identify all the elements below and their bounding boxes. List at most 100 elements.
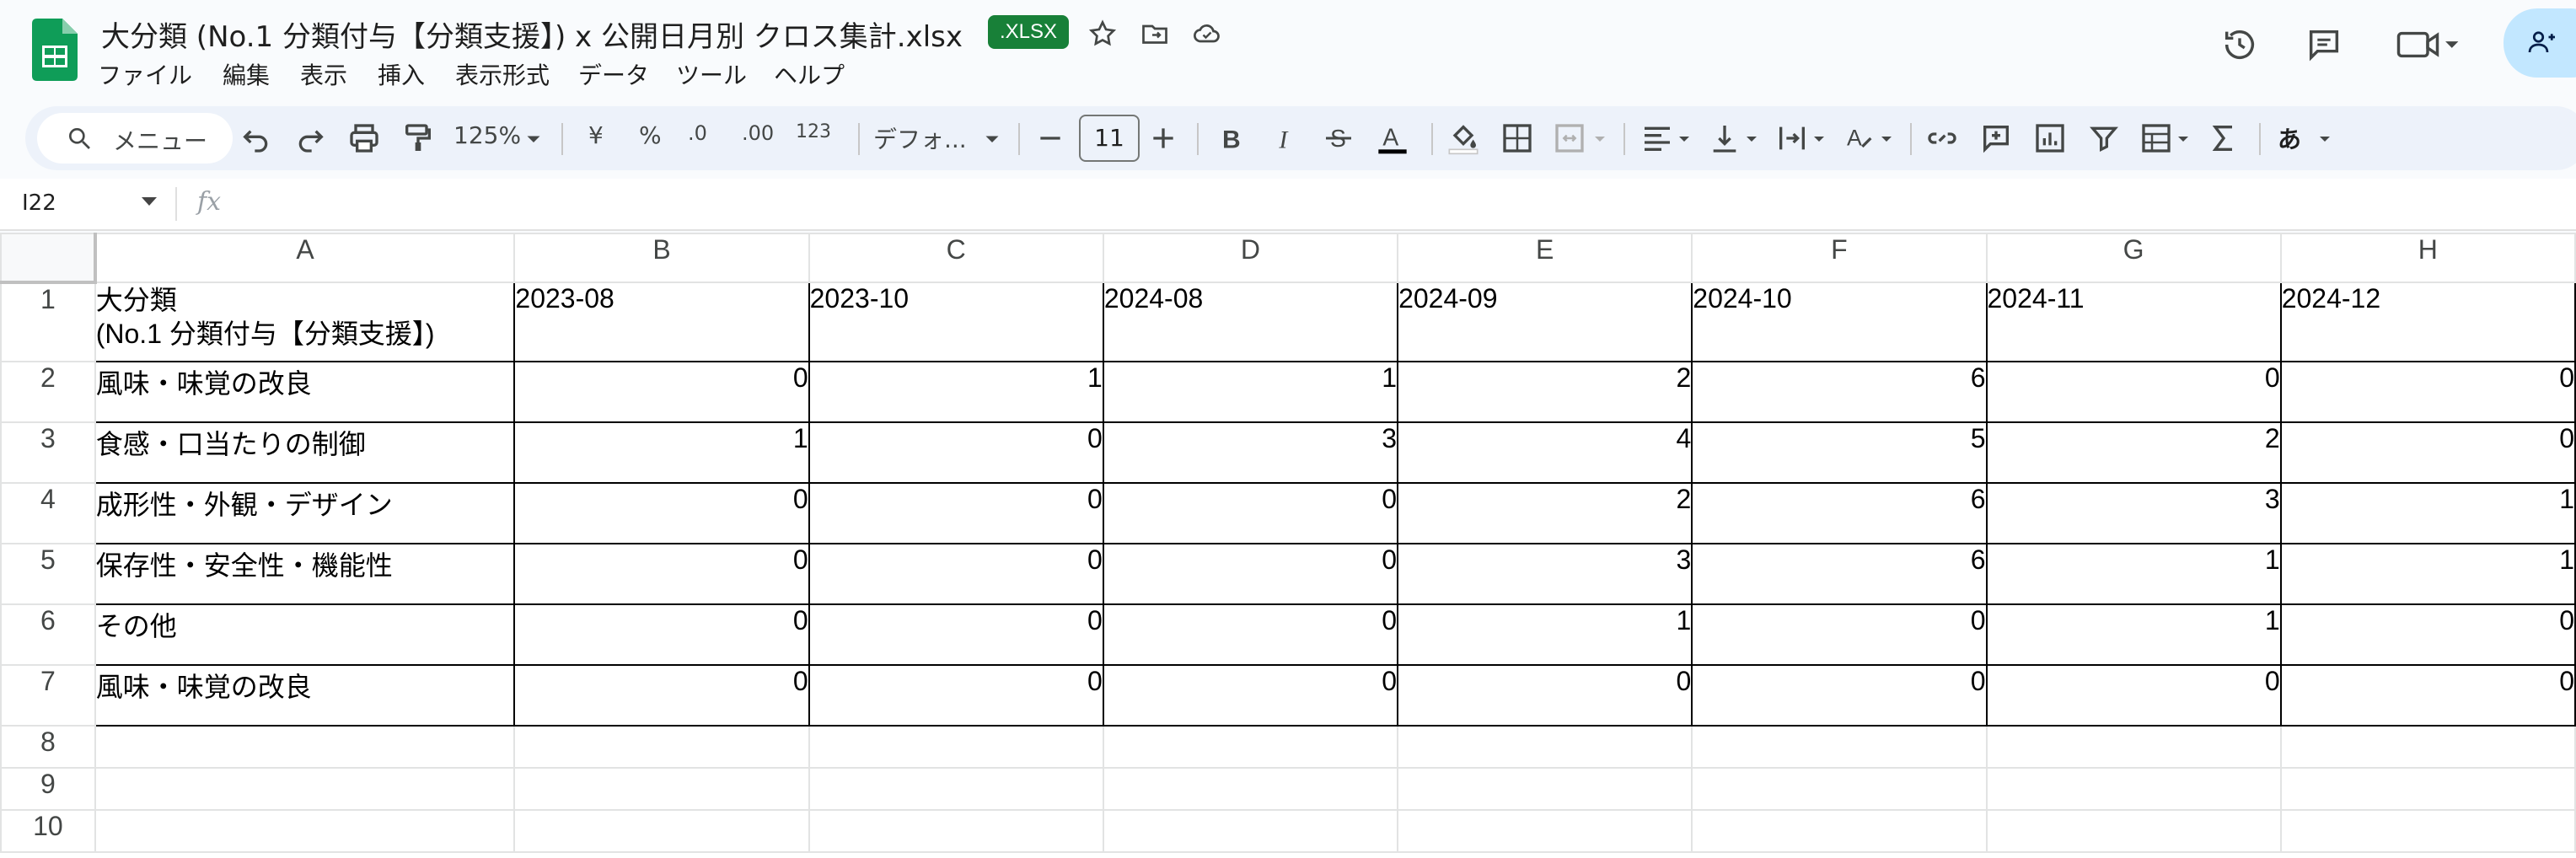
cell-b1[interactable]: 2023-08 bbox=[513, 282, 810, 362]
row-header-10[interactable]: 10 bbox=[0, 809, 96, 853]
move-to-folder-icon[interactable] bbox=[1140, 19, 1170, 49]
cell-b4[interactable]: 0 bbox=[513, 482, 810, 544]
text-rotation-icon[interactable]: A bbox=[1843, 121, 1876, 155]
cell-b3[interactable]: 1 bbox=[513, 421, 810, 484]
chevron-down-icon[interactable] bbox=[1590, 121, 1610, 155]
column-header-g[interactable]: G bbox=[1985, 233, 2282, 283]
borders-icon[interactable] bbox=[1500, 121, 1534, 155]
cell-a3[interactable]: 食感・口当たりの制御 bbox=[94, 421, 516, 484]
empty-cell[interactable] bbox=[94, 725, 516, 769]
empty-cell[interactable] bbox=[808, 725, 1104, 769]
empty-cell[interactable] bbox=[1102, 809, 1399, 853]
cell-h6[interactable]: 0 bbox=[2279, 603, 2576, 666]
name-box[interactable]: I22 bbox=[22, 190, 56, 216]
row-header-2[interactable]: 2 bbox=[0, 361, 96, 423]
cell-g1[interactable]: 2024-11 bbox=[1985, 282, 2282, 362]
insert-chart-icon[interactable] bbox=[2033, 121, 2067, 155]
cell-b6[interactable]: 0 bbox=[513, 603, 810, 666]
menu-format[interactable]: 表示形式 bbox=[450, 56, 555, 93]
comments-icon[interactable] bbox=[2305, 25, 2343, 64]
font-select[interactable]: デフォ... bbox=[873, 121, 967, 155]
empty-cell[interactable] bbox=[1985, 809, 2282, 853]
share-button[interactable] bbox=[2504, 8, 2576, 78]
empty-cell[interactable] bbox=[513, 767, 810, 811]
print-icon[interactable] bbox=[347, 121, 381, 155]
cell-c3[interactable]: 0 bbox=[808, 421, 1104, 484]
bold-icon[interactable]: B bbox=[1214, 121, 1248, 155]
menu-search[interactable]: メニュー bbox=[37, 113, 233, 164]
chevron-down-icon[interactable] bbox=[2315, 121, 2335, 155]
merge-cells-icon[interactable] bbox=[1553, 121, 1586, 155]
cell-a5[interactable]: 保存性・安全性・機能性 bbox=[94, 543, 516, 605]
cell-d4[interactable]: 0 bbox=[1102, 482, 1399, 544]
insert-link-icon[interactable] bbox=[1925, 121, 1959, 155]
column-header-d[interactable]: D bbox=[1102, 233, 1399, 283]
cell-c6[interactable]: 0 bbox=[808, 603, 1104, 666]
cell-g2[interactable]: 0 bbox=[1985, 361, 2282, 423]
cell-f2[interactable]: 6 bbox=[1691, 361, 1988, 423]
cloud-saved-icon[interactable] bbox=[1192, 19, 1222, 49]
cell-f4[interactable]: 6 bbox=[1691, 482, 1988, 544]
cell-a6[interactable]: その他 bbox=[94, 603, 516, 666]
currency-format-button[interactable]: ¥ bbox=[588, 121, 604, 149]
chevron-down-icon[interactable] bbox=[142, 197, 157, 206]
row-header-9[interactable]: 9 bbox=[0, 767, 96, 811]
cell-g7[interactable]: 0 bbox=[1985, 664, 2282, 727]
menu-file[interactable]: ファイル bbox=[93, 56, 197, 93]
document-title[interactable]: 大分類 (No.1 分類付与【分類支援】) x 公開日月別 クロス集計.xlsx bbox=[101, 13, 963, 55]
chevron-down-icon[interactable] bbox=[1876, 121, 1897, 155]
cell-h2[interactable]: 0 bbox=[2279, 361, 2576, 423]
undo-icon[interactable] bbox=[239, 121, 273, 155]
empty-cell[interactable] bbox=[94, 809, 516, 853]
cell-c4[interactable]: 0 bbox=[808, 482, 1104, 544]
menu-data[interactable]: データ bbox=[573, 56, 654, 93]
vertical-align-icon[interactable] bbox=[1708, 121, 1741, 155]
cell-h7[interactable]: 0 bbox=[2279, 664, 2576, 727]
cell-f3[interactable]: 5 bbox=[1691, 421, 1988, 484]
input-tools-button[interactable]: あ bbox=[2278, 121, 2301, 155]
filter-views-icon[interactable] bbox=[2139, 121, 2173, 155]
font-size-input[interactable]: 11 bbox=[1079, 115, 1140, 162]
empty-cell[interactable] bbox=[1691, 767, 1988, 811]
cell-e2[interactable]: 2 bbox=[1397, 361, 1693, 423]
italic-icon[interactable]: I bbox=[1268, 121, 1301, 155]
column-header-h[interactable]: H bbox=[2279, 233, 2576, 283]
menu-insert[interactable]: 挿入 bbox=[373, 56, 430, 93]
insert-comment-icon[interactable] bbox=[1979, 121, 2013, 155]
increase-font-size-icon[interactable] bbox=[1146, 121, 1180, 155]
empty-cell[interactable] bbox=[94, 767, 516, 811]
cell-e3[interactable]: 4 bbox=[1397, 421, 1693, 484]
cell-f5[interactable]: 6 bbox=[1691, 543, 1988, 605]
empty-cell[interactable] bbox=[1397, 725, 1693, 769]
empty-cell[interactable] bbox=[1102, 767, 1399, 811]
text-color-icon[interactable]: A bbox=[1376, 121, 1409, 155]
cell-c2[interactable]: 1 bbox=[808, 361, 1104, 423]
cell-h1[interactable]: 2024-12 bbox=[2279, 282, 2576, 362]
cell-h5[interactable]: 1 bbox=[2279, 543, 2576, 605]
cell-d1[interactable]: 2024-08 bbox=[1102, 282, 1399, 362]
empty-cell[interactable] bbox=[513, 725, 810, 769]
row-header-5[interactable]: 5 bbox=[0, 543, 96, 605]
cell-e1[interactable]: 2024-09 bbox=[1397, 282, 1693, 362]
empty-cell[interactable] bbox=[1102, 725, 1399, 769]
empty-cell[interactable] bbox=[1985, 725, 2282, 769]
paint-format-icon[interactable] bbox=[401, 121, 435, 155]
cell-a7[interactable]: 風味・味覚の改良 bbox=[94, 664, 516, 727]
increase-decimal-button[interactable]: .00 bbox=[742, 121, 774, 145]
cell-h3[interactable]: 0 bbox=[2279, 421, 2576, 484]
cell-a4[interactable]: 成形性・外観・デザイン bbox=[94, 482, 516, 544]
decrease-decimal-button[interactable]: .0 bbox=[688, 121, 707, 145]
chevron-down-icon[interactable] bbox=[2173, 121, 2193, 155]
row-header-8[interactable]: 8 bbox=[0, 725, 96, 769]
redo-icon[interactable] bbox=[293, 121, 327, 155]
empty-cell[interactable] bbox=[2279, 725, 2576, 769]
cell-f7[interactable]: 0 bbox=[1691, 664, 1988, 727]
cell-h4[interactable]: 1 bbox=[2279, 482, 2576, 544]
cell-f1[interactable]: 2024-10 bbox=[1691, 282, 1988, 362]
zoom-select[interactable]: 125% bbox=[453, 121, 521, 149]
cell-b7[interactable]: 0 bbox=[513, 664, 810, 727]
column-header-e[interactable]: E bbox=[1397, 233, 1693, 283]
chevron-down-icon[interactable] bbox=[1741, 121, 1762, 155]
cell-e7[interactable]: 0 bbox=[1397, 664, 1693, 727]
menu-edit[interactable]: 編集 bbox=[217, 56, 275, 93]
